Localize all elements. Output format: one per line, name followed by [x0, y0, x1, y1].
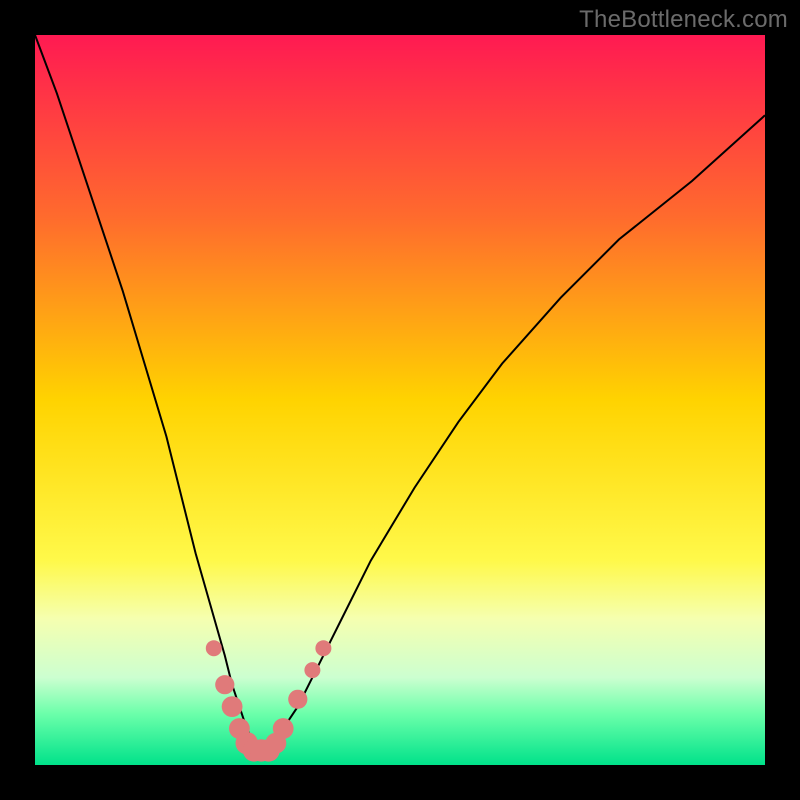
curve-marker [206, 640, 222, 656]
bottleneck-chart [0, 0, 800, 800]
curve-marker [304, 662, 320, 678]
watermark-text: TheBottleneck.com [579, 6, 788, 34]
curve-marker [315, 640, 331, 656]
curve-marker [273, 718, 294, 739]
curve-marker [222, 696, 243, 717]
chart-frame: TheBottleneck.com [0, 0, 800, 800]
gradient-background [35, 35, 765, 765]
curve-marker [288, 690, 307, 709]
curve-marker [215, 675, 234, 694]
